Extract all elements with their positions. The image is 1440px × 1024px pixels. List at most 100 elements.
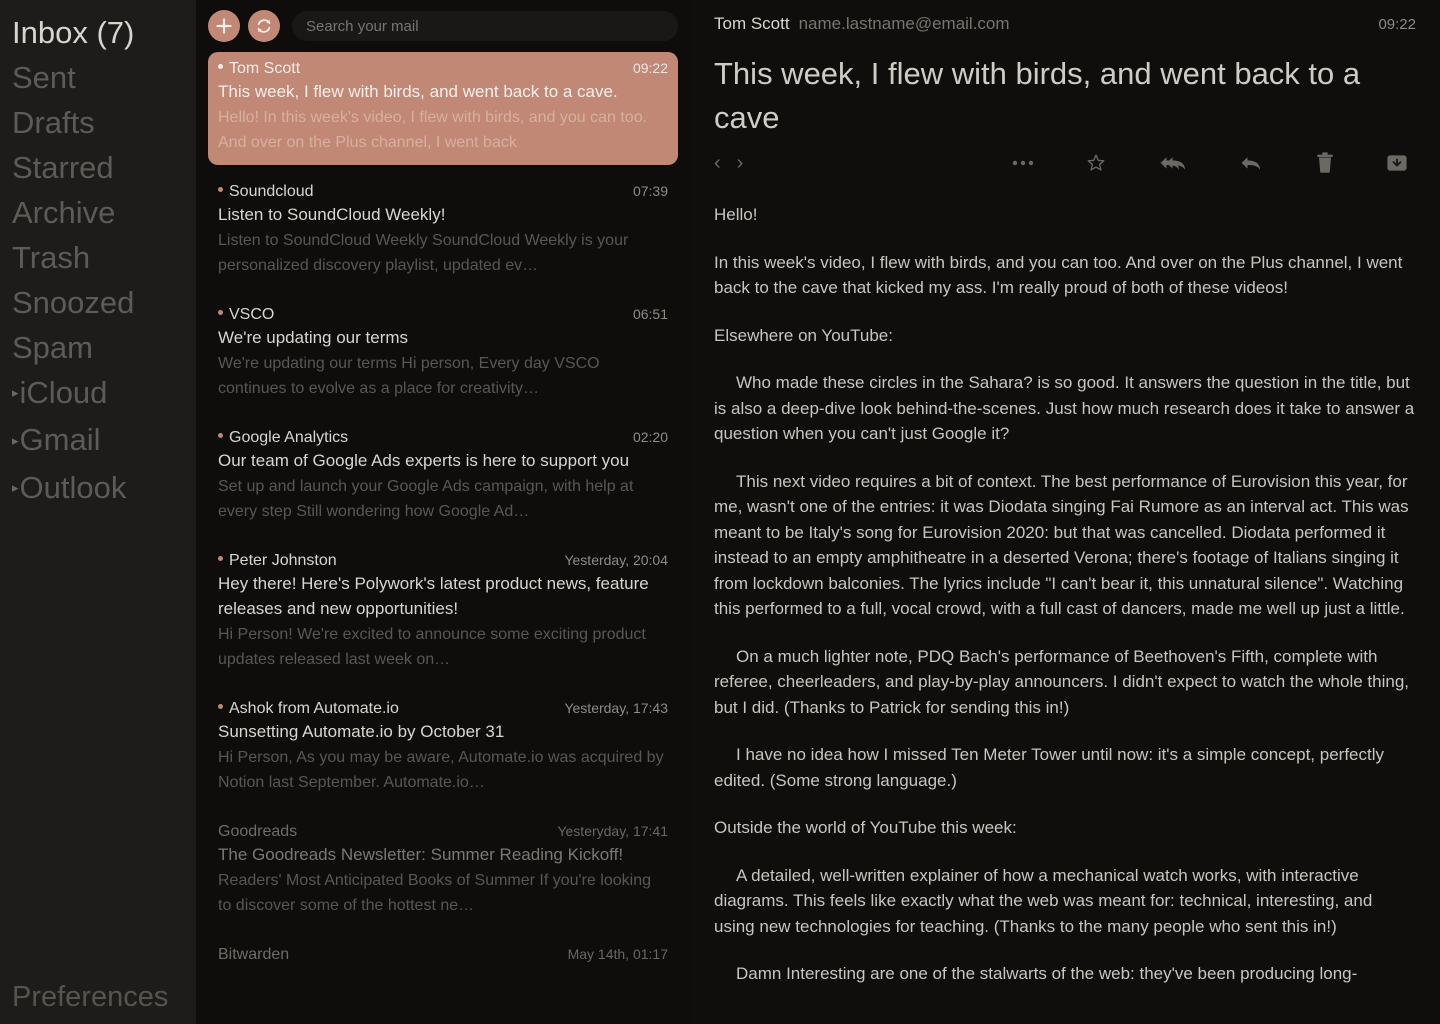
mail-sender: Bitwarden [218, 946, 289, 964]
mail-list-item[interactable]: Tom Scott 09:22 This week, I flew with bir… [208, 52, 678, 165]
mail-sender-label: Google Analytics [229, 429, 349, 446]
mail-list-item[interactable]: VSCO 06:51 We're updating our terms We're u… [208, 298, 678, 411]
mail-subject: We're updating our terms [218, 328, 409, 347]
mail-time: Yesterday, 17:43 [564, 700, 668, 716]
mail-list-item[interactable]: Soundcloud 07:39 Listen to SoundCloud Week… [208, 175, 678, 288]
mail-preview: Set up and launch your Google Ads campai… [218, 478, 634, 520]
mail-time: 09:22 [632, 60, 668, 76]
star-icon [1087, 154, 1105, 171]
mail-list[interactable]: Tom Scott 09:22 This week, I flew with bir… [196, 52, 690, 974]
mail-time: Yesterday, 20:04 [564, 552, 668, 568]
mail-list-item[interactable]: Goodreads Yesteryday, 17:41 The Goodreads … [208, 815, 678, 928]
ellipsis-icon [1012, 160, 1034, 166]
reading-pane: Tom Scott name.lastname@email.com 09:22 … [690, 0, 1440, 1024]
chevron-right-icon[interactable]: ▸ [12, 370, 19, 415]
sidebar-item-outlook[interactable]: ▸Outlook [0, 465, 196, 512]
mail-preview: Hi Person, As you may be aware, Automate… [218, 749, 664, 791]
unread-dot-icon [218, 64, 223, 70]
sidebar-item-snoozed[interactable]: Snoozed [0, 280, 196, 325]
mail-sender: Goodreads [218, 823, 297, 841]
message-paragraph: Hello! [714, 205, 758, 224]
message-paragraph: In this week's video, I flew with birds,… [714, 252, 1403, 298]
sidebar-item-drafts[interactable]: Drafts [0, 100, 196, 145]
mail-list-item[interactable]: Google Analytics 02:20 Our team of Google … [208, 421, 678, 534]
sidebar-item-label: Sent [12, 60, 76, 95]
search-box[interactable] [292, 11, 678, 41]
unread-dot-icon [218, 310, 223, 316]
compose-button[interactable] [208, 10, 240, 42]
sidebar-item-label: Inbox (7) [12, 15, 135, 50]
mail-subject: Listen to SoundCloud Weekly! [218, 205, 446, 224]
mail-list-item[interactable]: Peter Johnston Yesterday, 20:04 Hey there!… [208, 544, 678, 682]
message-body: Hello! In this week's video, I flew with … [714, 202, 1416, 987]
mail-sender: Peter Johnston [218, 552, 337, 570]
star-button[interactable] [1086, 153, 1106, 173]
unread-dot-icon [218, 556, 223, 562]
mail-preview: We're updating our terms Hi person, Ever… [218, 355, 600, 397]
mail-time: 06:51 [632, 306, 668, 322]
sender-name: Tom Scott [714, 14, 790, 33]
mail-sender-label: Peter Johnston [229, 552, 337, 569]
mail-preview: Hi Person! We're excited to announce som… [218, 626, 646, 668]
mail-time: Yesteryday, 17:41 [557, 823, 668, 839]
message-paragraph: A detailed, well-written explainer of ho… [714, 865, 1373, 936]
message-paragraph: Elsewhere on YouTube: [714, 325, 893, 345]
mail-sender-label: Bitwarden [218, 946, 290, 963]
mail-time: 07:39 [632, 183, 668, 199]
sidebar-item-trash[interactable]: Trash [0, 235, 196, 280]
mail-time: May 14th, 01:17 [567, 946, 668, 962]
sidebar-item-label: Trash [12, 240, 91, 275]
sidebar-item-inbox-7[interactable]: Inbox (7) [0, 10, 196, 55]
sidebar-item-label: Drafts [12, 105, 95, 140]
mail-sender-label: Goodreads [218, 823, 298, 840]
chevron-right-icon[interactable]: ▸ [12, 418, 19, 463]
folder-list: Inbox (7) Sent Drafts Starred Archive Trash Sn… [0, 10, 196, 512]
message-time: 09:22 [1378, 16, 1416, 33]
archive-icon [1387, 155, 1407, 171]
delete-button[interactable] [1316, 152, 1334, 174]
refresh-button[interactable] [248, 10, 280, 42]
refresh-icon [257, 19, 271, 33]
message-paragraph: Who made these circles in the Sahara? is… [714, 373, 1415, 443]
mail-sender: Ashok from Automate.io [218, 700, 399, 718]
mail-sender: Google Analytics [218, 429, 348, 447]
mail-subject: Our team of Google Ads experts is here t… [218, 451, 630, 470]
message-paragraph: Damn Interesting are one of the stalwart… [736, 964, 1358, 983]
message-subject: This week, I flew with birds, and went b… [714, 56, 1361, 135]
archive-button[interactable] [1386, 152, 1408, 174]
mail-list-item[interactable]: Bitwarden May 14th, 01:17 [208, 938, 678, 974]
preferences-button[interactable]: Preferences [12, 981, 168, 1014]
mail-sender-label: Ashok from Automate.io [229, 700, 399, 717]
sidebar-item-starred[interactable]: Starred [0, 145, 196, 190]
message-header: Tom Scott name.lastname@email.com 09:22 [714, 0, 1416, 34]
mail-app: Inbox (7) Sent Drafts Starred Archive Trash Sn… [0, 0, 1440, 1024]
mail-list-pane: Tom Scott 09:22 This week, I flew with bir… [196, 0, 690, 1024]
sidebar-item-archive[interactable]: Archive [0, 190, 196, 235]
search-input[interactable] [306, 17, 664, 35]
mail-subject: The Goodreads Newsletter: Summer Reading… [218, 845, 624, 864]
sender-email: name.lastname@email.com [798, 14, 1010, 33]
mail-list-item[interactable]: Ashok from Automate.io Yesterday, 17:43 Su… [208, 692, 678, 805]
chevron-right-icon[interactable]: ▸ [12, 465, 19, 510]
message-paragraph: Outside the world of YouTube this week: [714, 818, 1017, 837]
list-toolbar [196, 0, 690, 52]
sidebar-item-label: Snoozed [12, 285, 135, 320]
sidebar-item-label: Gmail [19, 422, 101, 458]
mail-subject: Sunsetting Automate.io by October 31 [218, 722, 505, 741]
mail-sender: VSCO [218, 306, 274, 324]
next-message-button[interactable]: › [737, 153, 744, 173]
reply-icon [1241, 157, 1261, 170]
mail-sender-label: Tom Scott [229, 60, 301, 77]
mail-sender: Tom Scott [218, 60, 300, 78]
plus-icon [216, 18, 232, 34]
sidebar-item-icloud[interactable]: ▸iCloud [0, 370, 196, 417]
more-options-button[interactable] [1012, 159, 1034, 167]
sidebar-item-sent[interactable]: Sent [0, 55, 196, 100]
reply-button[interactable] [1240, 153, 1264, 173]
sidebar-item-label: Starred [12, 150, 114, 185]
previous-message-button[interactable]: ‹ [714, 153, 721, 173]
reply-all-button[interactable] [1158, 153, 1188, 173]
sidebar-item-spam[interactable]: Spam [0, 325, 196, 370]
sidebar-item-label: iCloud [19, 375, 108, 410]
sidebar-item-gmail[interactable]: ▸Gmail [0, 417, 196, 464]
